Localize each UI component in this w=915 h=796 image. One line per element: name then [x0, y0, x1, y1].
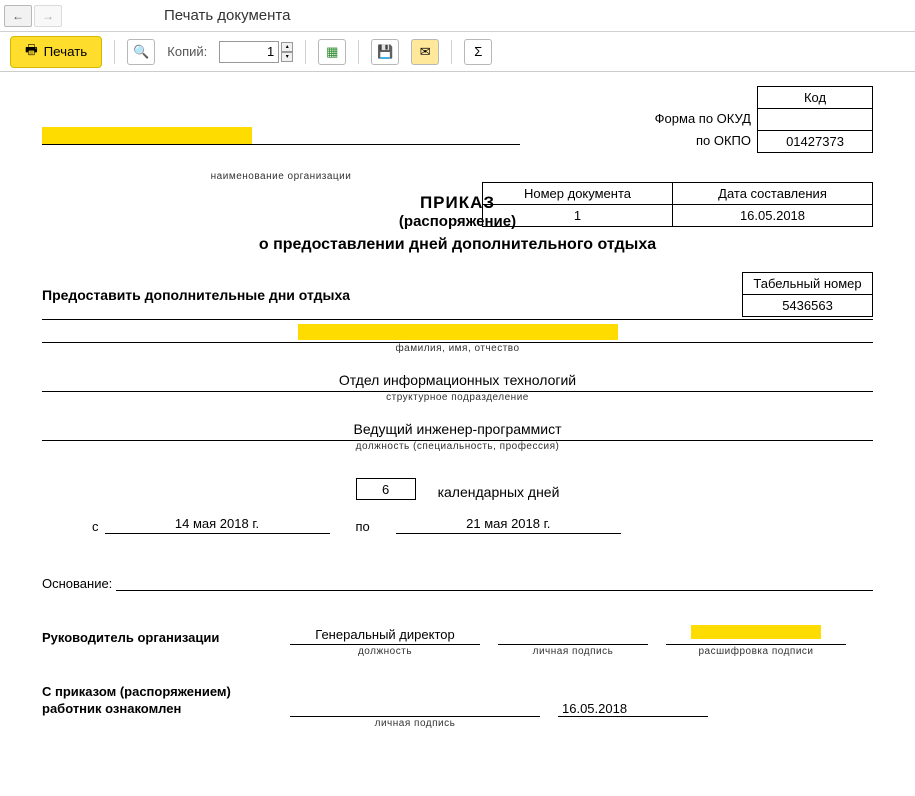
organization-caption: наименование организации [42, 171, 520, 182]
date-range-row: с 14 мая 2018 г. по 21 мая 2018 г. [42, 516, 873, 534]
save-icon: 💾 [377, 44, 393, 60]
doc-date-value: 16.05.2018 [673, 205, 873, 227]
ack-signature-caption: личная подпись [290, 718, 540, 729]
department-caption: структурное подразделение [42, 392, 873, 403]
toolbar: 🖶 Печать 🔍 Копий: 1 ▴ ▾ ▦ 💾 ✉ Σ [0, 32, 915, 72]
basis-line [116, 590, 873, 591]
caption-name: расшифровка подписи [666, 646, 846, 657]
magnifier-icon: 🔍 [133, 44, 149, 60]
tab-number-header: Табельный номер [743, 273, 873, 295]
separator [451, 40, 452, 64]
spinner-up-button[interactable]: ▴ [281, 42, 293, 52]
separator [305, 40, 306, 64]
ack-label-line-1: С приказом (распоряжением) [42, 683, 272, 700]
email-icon: ✉ [420, 44, 431, 60]
print-button-label: Печать [44, 44, 88, 59]
position-value: Ведущий инженер-программист [42, 421, 873, 441]
doc-date-header: Дата составления [673, 183, 873, 205]
copies-spinner: ▴ ▾ [281, 42, 293, 62]
separator [114, 40, 115, 64]
print-button[interactable]: 🖶 Печать [10, 36, 102, 68]
organization-line [42, 144, 520, 145]
email-button[interactable]: ✉ [411, 39, 439, 65]
date-to-label: по [356, 519, 370, 534]
form-header-labels: Форма по ОКУД по ОКПО [655, 86, 757, 153]
separator [358, 40, 359, 64]
date-to-value: 21 мая 2018 г. [396, 516, 621, 534]
document-preview: Форма по ОКУД по ОКПО Код 01427373 наиме… [0, 72, 915, 743]
doc-number-header: Номер документа [483, 183, 673, 205]
ack-caption-row: личная подпись [290, 718, 873, 729]
okpo-value: 01427373 [758, 131, 873, 153]
okud-label: Форма по ОКУД [655, 108, 751, 130]
redacted-employee-name [298, 324, 618, 340]
ack-date: 16.05.2018 [558, 701, 708, 717]
caption-position: должность [290, 646, 480, 657]
days-label: календарных дней [438, 484, 560, 500]
ack-label: С приказом (распоряжением) работник озна… [42, 683, 272, 717]
copies-input[interactable]: 1 [219, 41, 279, 63]
grant-row: Предоставить дополнительные дни отдыха Т… [42, 272, 873, 320]
head-position: Генеральный директор [290, 627, 480, 645]
head-signature [498, 642, 648, 645]
nav-back-button[interactable]: ← [4, 5, 32, 27]
okpo-label: по ОКПО [655, 130, 751, 152]
code-header: Код [758, 87, 873, 109]
preview-button[interactable]: 🔍 [127, 39, 155, 65]
save-button[interactable]: 💾 [371, 39, 399, 65]
days-row: 6 календарных дней [42, 478, 873, 500]
nav-forward-button[interactable]: → [34, 5, 62, 27]
head-label: Руководитель организации [42, 630, 272, 645]
acknowledgement-row: С приказом (распоряжением) работник озна… [42, 683, 873, 717]
date-from-label: с [92, 519, 99, 534]
head-name [666, 625, 846, 645]
copies-label: Копий: [167, 44, 207, 59]
redacted-organization [42, 127, 252, 145]
employee-name-row [42, 324, 873, 343]
title-bar: ← → Печать документа [0, 0, 915, 32]
basis-row: Основание: [42, 576, 873, 591]
basis-label: Основание: [42, 576, 112, 591]
grid-icon: ▦ [326, 44, 338, 60]
days-value: 6 [356, 478, 416, 500]
position-caption: должность (специальность, профессия) [42, 441, 873, 452]
caption-signature: личная подпись [498, 646, 648, 657]
head-caption-row: должность личная подпись расшифровка под… [290, 646, 873, 657]
grant-text: Предоставить дополнительные дни отдыха [42, 287, 350, 303]
sum-button[interactable]: Σ [464, 39, 492, 65]
date-from-value: 14 мая 2018 г. [105, 516, 330, 534]
fio-caption: фамилия, имя, отчество [42, 343, 873, 354]
sigma-icon: Σ [474, 44, 482, 59]
title-line-3: о предоставлении дней дополнительного от… [42, 236, 873, 254]
redacted-head-name [691, 625, 821, 639]
tab-number-value: 5436563 [743, 295, 873, 317]
ack-label-line-2: работник ознакомлен [42, 700, 272, 717]
department-value: Отдел информационных технологий [42, 372, 873, 392]
head-signature-row: Руководитель организации Генеральный дир… [42, 625, 873, 645]
code-table: Код 01427373 [757, 86, 873, 153]
window-title: Печать документа [164, 7, 290, 24]
ack-signature [290, 716, 540, 717]
grid-button[interactable]: ▦ [318, 39, 346, 65]
printer-icon: 🖶 [25, 41, 38, 63]
okud-value [758, 109, 873, 131]
spinner-down-button[interactable]: ▾ [281, 52, 293, 62]
